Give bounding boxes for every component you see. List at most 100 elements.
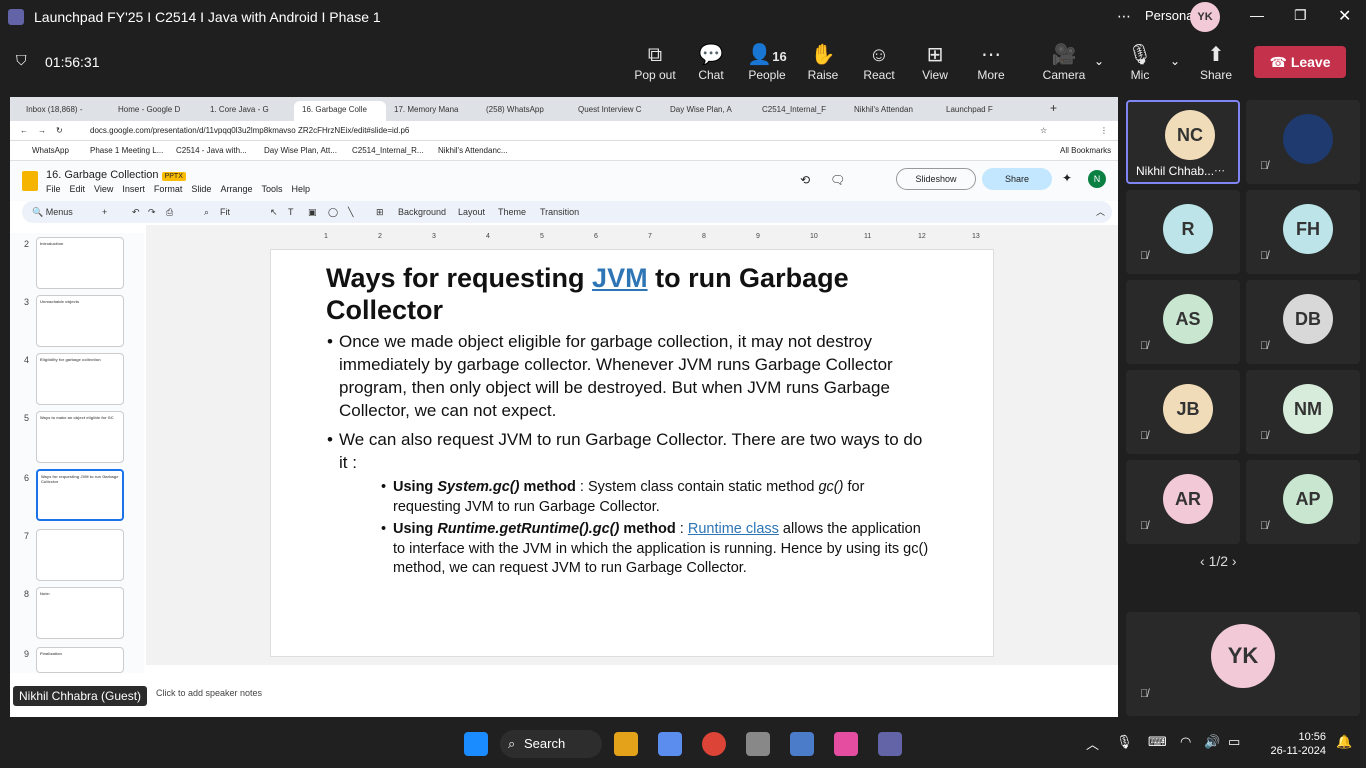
- minimize-icon[interactable]: —: [1250, 7, 1264, 23]
- account-avatar[interactable]: YK: [1190, 2, 1220, 32]
- reload-icon[interactable]: ↻: [56, 121, 63, 141]
- mic-tray-icon[interactable]: 🎙: [1116, 734, 1133, 750]
- menu-slide[interactable]: Slide: [191, 184, 211, 194]
- slide-thumbnail[interactable]: Unreachable objects: [36, 295, 124, 347]
- slide-thumbnail[interactable]: Note:: [36, 587, 124, 639]
- start-icon[interactable]: [464, 732, 488, 756]
- transition-button[interactable]: Transition: [540, 201, 579, 223]
- new-tab-icon[interactable]: +: [1050, 101, 1057, 121]
- browser-tab[interactable]: Inbox (18,868) -: [18, 101, 110, 121]
- participant-tile[interactable]: AS 🎙̸: [1126, 280, 1240, 364]
- chrome-icon[interactable]: [702, 732, 726, 756]
- next-page-icon[interactable]: ›: [1228, 553, 1237, 569]
- menu-view[interactable]: View: [94, 184, 113, 194]
- copilot-icon[interactable]: [658, 732, 682, 756]
- menu-help[interactable]: Help: [291, 184, 310, 194]
- volume-icon[interactable]: 🔊: [1204, 734, 1220, 750]
- layout-button[interactable]: Layout: [458, 201, 485, 223]
- browser-tab[interactable]: 17. Memory Mana: [386, 101, 478, 121]
- current-slide[interactable]: Ways for requesting JVM to run Garbage C…: [270, 249, 994, 657]
- bookmark-star-icon[interactable]: ☆: [1040, 121, 1047, 141]
- print-icon[interactable]: ⎙: [166, 201, 173, 223]
- tray-chevron-icon[interactable]: ︿: [1086, 734, 1099, 753]
- menu-format[interactable]: Format: [154, 184, 183, 194]
- new-slide-icon[interactable]: +: [102, 201, 107, 223]
- maximize-icon[interactable]: ❐: [1294, 7, 1307, 24]
- slide-thumbnail[interactable]: [36, 529, 124, 581]
- runtime-class-link[interactable]: Runtime class: [688, 521, 779, 537]
- bookmark-item[interactable]: Day Wise Plan, Att...: [264, 141, 337, 161]
- textbox-icon[interactable]: T: [288, 201, 294, 223]
- menu-edit[interactable]: Edit: [70, 184, 86, 194]
- back-icon[interactable]: ←: [20, 121, 28, 141]
- zoom-select[interactable]: Fit: [220, 201, 230, 223]
- file-explorer-icon[interactable]: [614, 732, 638, 756]
- leave-button[interactable]: ☎ Leave: [1254, 46, 1346, 78]
- bookmark-item[interactable]: Nikhil's Attendanc...: [438, 141, 508, 161]
- history-icon[interactable]: ⟲: [800, 173, 810, 187]
- participant-tile[interactable]: NC Nikhil Chhab... ⋯: [1126, 100, 1240, 184]
- jvm-link[interactable]: JVM: [592, 263, 648, 293]
- account-label[interactable]: Personal: [1145, 8, 1196, 23]
- browser-tab-active[interactable]: 16. Garbage Colle: [294, 101, 386, 121]
- browser-tab[interactable]: Home - Google D: [110, 101, 202, 121]
- view-button[interactable]: ⊞ View: [907, 42, 963, 82]
- prev-page-icon[interactable]: ‹: [1200, 553, 1209, 569]
- more-icon[interactable]: ⋯: [1117, 8, 1131, 25]
- photos-icon[interactable]: [790, 732, 814, 756]
- participant-tile[interactable]: 🎙̸: [1246, 100, 1360, 184]
- more-options-icon[interactable]: ⋯: [1214, 164, 1225, 177]
- participant-tile[interactable]: NM 🎙̸: [1246, 370, 1360, 454]
- raise-hand-button[interactable]: ✋ Raise: [795, 42, 851, 82]
- comments-icon[interactable]: 🗨: [830, 173, 845, 187]
- doc-title[interactable]: 16. Garbage Collection PPTX: [46, 169, 186, 181]
- browser-tab[interactable]: (258) WhatsApp: [478, 101, 570, 121]
- notification-bell-icon[interactable]: 🔔: [1336, 734, 1352, 750]
- comment-add-icon[interactable]: ⊞: [376, 201, 384, 223]
- browser-tab[interactable]: Launchpad F: [938, 101, 1030, 121]
- forward-icon[interactable]: →: [38, 121, 46, 141]
- bookmark-item[interactable]: WhatsApp: [32, 141, 69, 161]
- camera-options-chevron-icon[interactable]: ⌄: [1094, 54, 1104, 68]
- menu-file[interactable]: File: [46, 184, 61, 194]
- browser-tab[interactable]: Quest Interview C: [570, 101, 662, 121]
- undo-icon[interactable]: ↶: [132, 201, 140, 223]
- bookmark-item[interactable]: C2514_Internal_R...: [352, 141, 424, 161]
- collapse-toolbar-icon[interactable]: ︿: [1096, 201, 1105, 223]
- image-icon[interactable]: ▣: [308, 201, 317, 223]
- slide-thumbnail[interactable]: Ways to make an object eligible for GC: [36, 411, 124, 463]
- intellij-icon[interactable]: [834, 732, 858, 756]
- settings-icon[interactable]: [746, 732, 770, 756]
- keyboard-icon[interactable]: ⌨: [1148, 734, 1167, 750]
- people-button[interactable]: 👤16 People: [739, 42, 795, 82]
- close-icon[interactable]: ✕: [1338, 6, 1351, 26]
- browser-tab[interactable]: C2514_Internal_F: [754, 101, 846, 121]
- url-field[interactable]: docs.google.com/presentation/d/11vpqq0l3…: [90, 121, 409, 141]
- bookmark-item[interactable]: C2514 - Java with...: [176, 141, 247, 161]
- redo-icon[interactable]: ↷: [148, 201, 156, 223]
- share-button[interactable]: ⬆ Share: [1188, 42, 1244, 82]
- participant-tile[interactable]: AP 🎙̸: [1246, 460, 1360, 544]
- slide-thumbnail[interactable]: Eligibility for garbage collection: [36, 353, 124, 405]
- slide-thumbnail-selected[interactable]: Ways for requesting JVM to run Garbage C…: [36, 469, 124, 521]
- select-tool-icon[interactable]: ↖: [270, 201, 278, 223]
- browser-tab[interactable]: Nikhil's Attendan: [846, 101, 938, 121]
- wifi-icon[interactable]: ◠: [1180, 734, 1191, 750]
- user-avatar[interactable]: N: [1088, 170, 1106, 188]
- menu-arrange[interactable]: Arrange: [220, 184, 252, 194]
- browser-menu-icon[interactable]: ⋮: [1100, 121, 1108, 141]
- mic-options-chevron-icon[interactable]: ⌄: [1170, 54, 1180, 68]
- battery-icon[interactable]: ▭: [1228, 734, 1240, 750]
- doc-share-button[interactable]: Share: [982, 168, 1052, 190]
- participant-tile[interactable]: R 🎙̸: [1126, 190, 1240, 274]
- camera-button[interactable]: 🎥 Camera: [1036, 42, 1092, 82]
- browser-tab[interactable]: 1. Core Java - G: [202, 101, 294, 121]
- self-video-tile[interactable]: YK 🎙̸: [1126, 612, 1360, 716]
- background-button[interactable]: Background: [398, 201, 446, 223]
- clock[interactable]: 10:56 26-11-2024: [1271, 730, 1326, 758]
- participant-tile[interactable]: AR 🎙̸: [1126, 460, 1240, 544]
- react-button[interactable]: ☺ React: [851, 42, 907, 82]
- line-icon[interactable]: ╲: [348, 201, 353, 223]
- slide-thumbnail[interactable]: Finalization: [36, 647, 124, 673]
- speaker-notes[interactable]: Click to add speaker notes: [146, 683, 1118, 707]
